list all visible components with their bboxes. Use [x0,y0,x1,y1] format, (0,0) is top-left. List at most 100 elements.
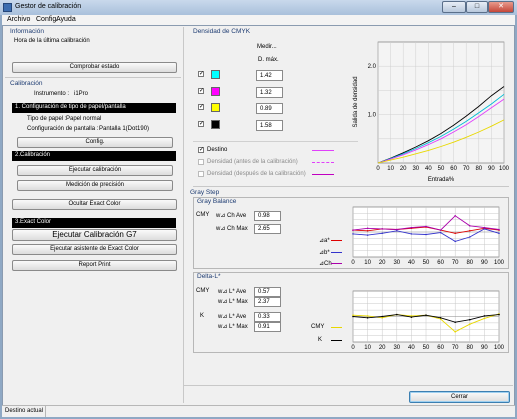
status-separator [45,406,46,417]
cmy-legend-label: CMY [311,324,325,330]
x-tick-label: 10 [364,260,371,266]
data-point [366,227,369,230]
menu-bar: Archivo Config. Ayuda [2,15,515,25]
after-calibration-checkbox[interactable] [198,171,204,177]
data-point [454,321,456,324]
data-point [454,232,456,235]
window-title: Gestor de calibración [15,3,82,10]
before-calibration-checkbox[interactable] [198,159,204,165]
menu-archivo[interactable]: Archivo [4,15,33,25]
x-tick-label: 60 [450,166,457,172]
title-bar[interactable]: Gestor de calibración ‒ □ ✕ [0,0,517,15]
x-tick-label: 80 [466,260,473,266]
close-window-button[interactable]: ✕ [488,1,514,13]
maximize-button[interactable]: □ [466,1,488,13]
before-line-sample [312,162,334,163]
target-checkbox[interactable]: ✓ [198,147,204,153]
cyan-swatch [211,70,220,79]
data-point [366,316,369,319]
cyan-checkbox[interactable]: ✓ [198,71,204,77]
cyan-dmax-field[interactable]: 1.42 [256,70,283,81]
data-point [483,317,486,320]
precision-measure-button[interactable]: Medición de precisión [17,180,173,191]
target-label: Destino [207,147,228,153]
close-button[interactable]: Cerrar [409,391,510,403]
magenta-swatch [211,87,220,96]
ch-max-label: w⊿ Ch Max [216,226,248,232]
data-point [469,229,471,232]
x-tick-label: 40 [408,345,415,351]
x-tick-label: 90 [481,260,488,266]
density-header: Densidad de CMYK [193,28,251,35]
app-icon [3,3,12,12]
hide-exact-color-button[interactable]: Ocultar Exact Color [12,199,177,210]
data-point [454,331,456,333]
data-point [352,315,354,318]
screen-config-label: Configuración de pantalla : [27,126,99,132]
cmy-l-max-label: w⊿ L* Max [218,299,248,305]
x-tick-label: 20 [379,260,386,266]
x-tick-label: 40 [408,260,415,266]
ch-max-field[interactable]: 2.65 [254,224,281,234]
delta-a-label: ⊿a* [319,238,330,244]
calibration-header: Calibración [10,80,43,87]
check-state-button[interactable]: Comprobar estado [12,62,177,73]
exact-color-wizard-button[interactable]: Ejecutar asistente de Exact Color [12,244,177,255]
x-tick-label: 90 [488,166,495,172]
x-tick-label: 30 [393,260,400,266]
data-point [381,315,383,318]
x-tick-label: 50 [423,260,430,266]
data-point [366,315,369,317]
x-tick-label: 0 [351,345,355,351]
delta-k-label: K [200,313,205,319]
x-tick-label: 100 [494,345,505,351]
black-checkbox[interactable]: ✓ [198,121,204,127]
status-text: Destino actual [5,408,44,414]
measure-label: Medir... [257,44,277,50]
config-button[interactable]: Config. [17,137,173,148]
minimize-button[interactable]: ‒ [442,1,466,13]
vertical-divider [183,27,184,403]
cmy-l-ave-field[interactable]: 0.57 [254,287,281,297]
y-axis-label: Salida de densidad [353,76,359,127]
cmy-l-max-field[interactable]: 2.37 [254,297,281,307]
gray-balance-chart: 0 10 20 30 40 50 60 70 80 90 100 [351,206,505,266]
delta-l-header: Delta-L* [197,273,221,280]
data-point [454,240,456,243]
data-point [381,232,383,235]
x-tick-label: 40 [425,166,432,172]
step3-title: 3.Exact Color [12,218,176,228]
k-l-max-field[interactable]: 0.91 [254,322,281,332]
data-point [366,229,369,232]
x-tick-label: 100 [499,166,510,172]
k-l-ave-label: w⊿ L* Ave [218,314,247,320]
x-axis-label: Entrada% [428,177,455,183]
ch-ave-field[interactable]: 0.98 [254,211,281,221]
x-tick-label: 0 [351,260,355,266]
yellow-checkbox[interactable]: ✓ [198,104,204,110]
divider [5,77,181,78]
menu-ayuda[interactable]: Ayuda [53,15,79,25]
cmy-label: CMY [196,212,210,218]
run-calibration-button[interactable]: Ejecutar calibración [17,165,173,176]
k-l-ave-field[interactable]: 0.33 [254,312,281,322]
cmy-line-sample [331,327,342,328]
report-print-button[interactable]: Report Print [12,260,177,271]
x-tick-label: 50 [438,166,445,172]
data-point [469,318,471,321]
y-tick-label: 1.0 [368,113,377,119]
x-tick-label: 70 [463,166,470,172]
g7-calibration-button[interactable]: Ejecutar Calibración G7 [12,229,177,241]
x-tick-label: 10 [364,345,371,351]
density-chart: 0 10 20 30 40 50 60 70 80 90 100 2.0 1.0 Entrada% Sali… [353,41,510,183]
yellow-dmax-field[interactable]: 0.89 [256,103,283,114]
magenta-checkbox[interactable]: ✓ [198,88,204,94]
data-point [396,313,398,316]
dmax-label: D. máx. [258,57,279,63]
magenta-dmax-field[interactable]: 1.32 [256,87,283,98]
data-point [352,229,354,231]
x-tick-label: 10 [387,166,394,172]
step1-title: 1. Configuración de tipo de papel/pantal… [12,103,176,113]
paper-type-value: Papel normal [66,116,102,122]
black-dmax-field[interactable]: 1.58 [256,120,283,131]
